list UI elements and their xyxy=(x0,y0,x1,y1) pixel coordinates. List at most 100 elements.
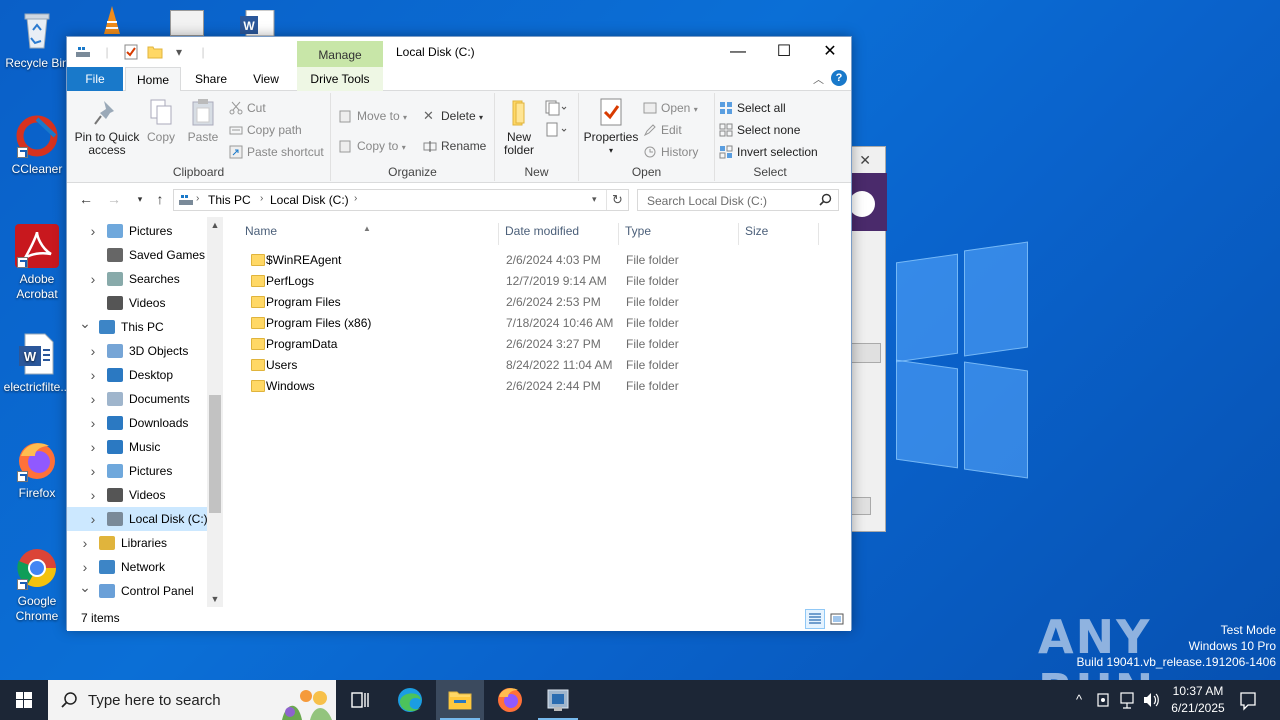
paste-shortcut-button[interactable]: Paste shortcut xyxy=(229,143,324,161)
nav-item[interactable]: › Local Disk (C:) xyxy=(67,507,208,531)
column-header-size[interactable]: Size xyxy=(739,223,819,245)
delete-button[interactable]: ✕ Delete ▾ xyxy=(423,107,483,125)
move-to-button[interactable]: Move to ▾ xyxy=(339,107,407,125)
tab-home[interactable]: Home xyxy=(125,67,181,92)
firefox-taskbar-icon[interactable] xyxy=(486,680,534,720)
address-dropdown-icon[interactable]: ▾ xyxy=(592,194,597,205)
table-row[interactable]: Program Files (x86) 7/18/2024 10:46 AM Fil… xyxy=(239,313,839,334)
new-folder-button[interactable]: New folder xyxy=(501,97,537,157)
desktop-icon-ccleaner[interactable]: CCleaner xyxy=(0,114,74,177)
recent-locations-button[interactable]: ▾ xyxy=(131,194,149,205)
table-row[interactable]: PerfLogs 12/7/2019 9:14 AM File folder xyxy=(239,271,839,292)
chevron-down-icon[interactable]: ⌄ xyxy=(79,575,91,599)
installer-taskbar-icon[interactable] xyxy=(534,680,582,720)
tab-file[interactable]: File xyxy=(67,67,123,91)
image-file-desktop-icon[interactable] xyxy=(170,10,204,36)
column-header-date-modified[interactable]: Date modified xyxy=(499,223,619,245)
nav-item[interactable]: › Downloads xyxy=(67,411,207,435)
close-button[interactable]: ✕ xyxy=(807,37,853,67)
nav-item[interactable]: Saved Games xyxy=(67,243,207,267)
minimize-button[interactable]: — xyxy=(715,37,761,67)
nav-item[interactable]: ⌄ Control Panel xyxy=(67,579,207,603)
nav-item[interactable]: › Searches xyxy=(67,267,207,291)
new-item-button[interactable] xyxy=(545,99,567,117)
select-none-button[interactable]: Select none xyxy=(719,121,800,139)
table-row[interactable]: ProgramData 2/6/2024 3:27 PM File folder xyxy=(239,334,839,355)
taskbar-search-box[interactable]: Type here to search xyxy=(48,680,336,720)
file-list[interactable]: Name ▲ Date modified Type Size $WinREAge… xyxy=(239,217,851,607)
copy-to-button[interactable]: Copy to ▾ xyxy=(339,137,406,155)
edit-button[interactable]: Edit xyxy=(643,121,682,139)
properties-button[interactable]: Properties ▾ xyxy=(583,97,639,157)
chevron-right-icon[interactable]: › xyxy=(87,363,99,387)
chevron-right-icon[interactable]: › xyxy=(87,411,99,435)
input-box[interactable] xyxy=(847,343,881,363)
copy-path-button[interactable]: Copy path xyxy=(229,121,302,139)
up-button[interactable]: ↑ xyxy=(151,191,169,207)
chevron-right-icon[interactable]: › xyxy=(87,507,99,531)
chevron-down-icon[interactable]: ⌄ xyxy=(79,311,91,335)
scroll-up-arrow[interactable]: ▲ xyxy=(207,217,223,233)
show-hidden-icons-button[interactable]: ^ xyxy=(1068,680,1090,720)
chevron-right-icon[interactable]: › xyxy=(87,483,99,507)
nav-item[interactable]: › 3D Objects xyxy=(67,339,207,363)
collapse-ribbon-icon[interactable]: ︿ xyxy=(813,71,824,87)
nav-item[interactable]: › Videos xyxy=(67,483,207,507)
rename-button[interactable]: Rename xyxy=(423,137,486,155)
close-icon[interactable]: ✕ xyxy=(859,152,871,169)
search-input[interactable]: Search Local Disk (C:) xyxy=(647,194,767,208)
pin-to-quick-access-button[interactable]: Pin to Quick access xyxy=(73,97,141,157)
chevron-right-icon[interactable]: › xyxy=(87,219,99,243)
chevron-right-icon[interactable]: › xyxy=(87,459,99,483)
customize-qat-icon[interactable]: ▾ xyxy=(171,44,187,60)
address-bar[interactable]: › This PC › Local Disk (C:) › ▾ ↻ xyxy=(173,189,629,211)
maximize-button[interactable]: ☐ xyxy=(761,37,807,67)
large-icons-view-button[interactable] xyxy=(827,609,847,629)
chevron-right-icon[interactable]: › xyxy=(79,531,91,555)
desktop-icon-word-document[interactable]: W electricfilte... xyxy=(0,332,74,395)
word-file-desktop-icon[interactable]: W xyxy=(240,9,276,37)
scroll-down-arrow[interactable]: ▼ xyxy=(207,591,223,607)
table-row[interactable]: Windows 2/6/2024 2:44 PM File folder xyxy=(239,376,839,397)
open-button[interactable]: Open ▾ xyxy=(643,99,698,117)
desktop-icon-recycle-bin[interactable]: Recycle Bin xyxy=(0,8,74,71)
navigation-pane[interactable]: › Pictures Saved Games › Searches Videos ⌄ This… xyxy=(67,217,223,607)
desktop-icon-chrome[interactable]: Google Chrome xyxy=(0,546,74,624)
column-header-type[interactable]: Type xyxy=(619,223,739,245)
new-folder-qat-icon[interactable] xyxy=(147,44,163,60)
chevron-right-icon[interactable]: › xyxy=(87,267,99,291)
properties-qat-icon[interactable] xyxy=(123,44,139,60)
nav-item[interactable]: › Pictures xyxy=(67,219,207,243)
paste-button[interactable]: Paste xyxy=(183,97,223,144)
tab-drive-tools[interactable]: Drive Tools xyxy=(297,67,383,91)
chevron-right-icon[interactable]: › xyxy=(87,387,99,411)
vlc-desktop-icon[interactable] xyxy=(102,4,122,36)
table-row[interactable]: Program Files 2/6/2024 2:53 PM File folder xyxy=(239,292,839,313)
nav-item[interactable]: › Pictures xyxy=(67,459,207,483)
cut-button[interactable]: Cut xyxy=(229,99,266,117)
taskbar-clock[interactable]: 10:37 AM 6/21/2025 xyxy=(1160,683,1236,717)
table-row[interactable]: Users 8/24/2022 11:04 AM File folder xyxy=(239,355,839,376)
nav-item[interactable]: ⌄ This PC xyxy=(67,315,207,339)
tab-view[interactable]: View xyxy=(241,67,291,91)
title-bar[interactable]: | ▾ | Manage Local Disk (C:) — ☐ ✕ xyxy=(67,37,851,67)
table-row[interactable]: $WinREAgent 2/6/2024 4:03 PM File folder xyxy=(239,250,839,271)
tab-manage[interactable]: Manage xyxy=(297,41,383,67)
invert-selection-button[interactable]: Invert selection xyxy=(719,143,818,161)
network-tray-icon[interactable] xyxy=(1116,680,1138,720)
taskbar-search-input[interactable]: Type here to search xyxy=(88,692,221,709)
help-icon[interactable]: ? xyxy=(831,70,847,86)
easy-access-button[interactable] xyxy=(545,121,567,139)
edge-taskbar-icon[interactable] xyxy=(386,680,434,720)
desktop-icon-adobe-acrobat[interactable]: Adobe Acrobat xyxy=(0,224,74,302)
history-button[interactable]: History xyxy=(643,143,698,161)
file-explorer-taskbar-icon[interactable] xyxy=(436,680,484,720)
chevron-right-icon[interactable]: › xyxy=(87,435,99,459)
nav-item[interactable]: › Documents xyxy=(67,387,207,411)
details-view-button[interactable] xyxy=(805,609,825,629)
task-view-button[interactable] xyxy=(336,680,384,720)
desktop-icon-firefox[interactable]: Firefox xyxy=(0,438,74,501)
nav-item[interactable]: › Music xyxy=(67,435,207,459)
volume-tray-icon[interactable] xyxy=(1140,680,1162,720)
select-all-button[interactable]: Select all xyxy=(719,99,786,117)
